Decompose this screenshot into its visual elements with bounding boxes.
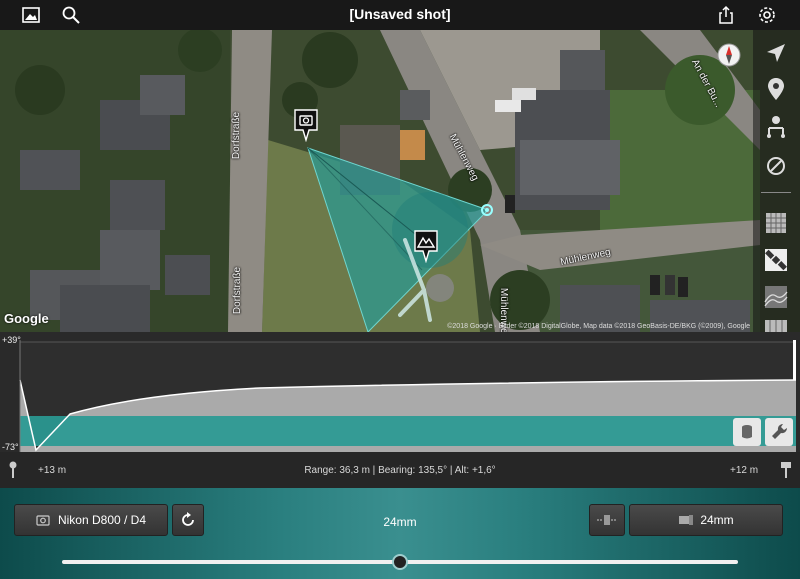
cylinder-icon	[742, 425, 752, 439]
compass-icon[interactable]	[716, 42, 742, 68]
lens-adapter-button[interactable]	[589, 504, 625, 536]
street-label-dorfstrasse-north: Dorfstraße	[231, 111, 243, 160]
pin-pair-icon[interactable]	[763, 114, 789, 140]
map-attribution: ©2018 Google · Bilder ©2018 DigitalGlobe…	[447, 323, 750, 330]
app-root: [Unsaved shot] Dorfstraße Dorfstraße Müh…	[0, 0, 800, 579]
camera-select-button[interactable]: Nikon D800 / D4	[14, 504, 168, 536]
map-imagery	[0, 30, 800, 332]
top-bar: [Unsaved shot]	[0, 0, 800, 30]
satellite-icon[interactable]	[763, 247, 789, 273]
terrain-icon[interactable]	[763, 284, 789, 310]
pin-icon[interactable]	[763, 76, 789, 102]
map-toolbar	[753, 30, 800, 332]
subject-distance: +12 m	[730, 465, 759, 476]
elevation-max-label: +39°	[2, 335, 21, 345]
street-label-dorfstrasse-south: Dorfstraße	[232, 266, 244, 315]
rotate-button[interactable]	[172, 504, 204, 536]
lens-label: 24mm	[700, 513, 734, 527]
wrench-icon	[772, 423, 788, 439]
elevation-min-label: -73°	[2, 442, 19, 452]
camera-control-panel: Nikon D800 / D4 24mm 24mm	[0, 488, 800, 579]
location-arrow-icon[interactable]	[763, 40, 789, 66]
satellite-map[interactable]: Dorfstraße Dorfstraße Mühlenweg Mühlenwe…	[0, 30, 800, 332]
ground-level-button[interactable]	[733, 418, 761, 446]
camera-label: Nikon D800 / D4	[57, 513, 147, 527]
camera-pin-icon[interactable]	[293, 108, 319, 142]
range-bearing-altitude: Range: 36,3 m | Bearing: 135,5° | Alt: +…	[304, 465, 496, 476]
gear-icon[interactable]	[757, 5, 777, 25]
lens-adapter-icon	[597, 515, 617, 525]
shot-info-bar: +13 m Range: 36,3 m | Bearing: 135,5° | …	[0, 452, 800, 488]
page-title: [Unsaved shot]	[349, 6, 451, 22]
camera-body-icon	[36, 515, 50, 526]
subject-pin-icon[interactable]	[413, 229, 439, 263]
toolbar-separator	[761, 192, 791, 193]
rotate-icon	[182, 512, 194, 526]
lens-icon	[679, 515, 694, 525]
block-icon[interactable]	[763, 153, 789, 179]
lens-select-button[interactable]: 24mm	[629, 504, 783, 536]
subject-pin-small-icon	[781, 462, 791, 478]
google-logo: Google	[4, 311, 49, 326]
settings-wrench-button[interactable]	[765, 418, 793, 446]
map-layers-icon[interactable]	[763, 318, 789, 332]
elevation-profile[interactable]: +39° -73°	[0, 332, 800, 452]
elevation-chart	[19, 340, 797, 452]
map-grid-icon[interactable]	[763, 210, 789, 236]
focal-length-display: 24mm	[383, 515, 417, 529]
zoom-slider-knob[interactable]	[392, 554, 408, 570]
share-icon[interactable]	[716, 5, 736, 25]
